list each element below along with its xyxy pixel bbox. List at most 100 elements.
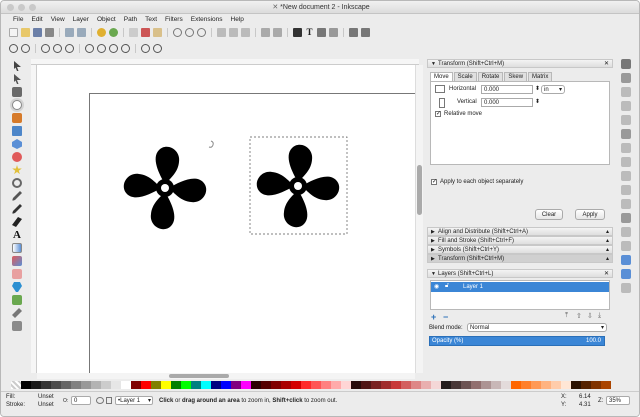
new-document-icon[interactable] xyxy=(9,27,18,37)
zoom-page-icon[interactable] xyxy=(197,27,206,37)
snap-cusp-icon[interactable] xyxy=(621,171,631,181)
menu-filters[interactable]: Filters xyxy=(161,14,187,25)
swatch[interactable] xyxy=(251,381,261,389)
transform-dock-header[interactable]: ▼ Transform (Shift+Ctrl+M) ✕ xyxy=(427,59,613,68)
lower-layer-icon[interactable]: ⇩ xyxy=(587,312,593,320)
opacity-slider[interactable]: Opacity (%) 100.0 xyxy=(429,336,605,346)
swatch[interactable] xyxy=(231,381,241,389)
swatch[interactable] xyxy=(591,381,601,389)
swatch[interactable] xyxy=(331,381,341,389)
expand-arrow-icon[interactable]: ▶ xyxy=(431,255,435,264)
unit-select[interactable]: in ▾ xyxy=(541,85,565,94)
apply-each-checkbox[interactable]: ✓ xyxy=(431,179,437,185)
fill-value[interactable]: Unset xyxy=(38,394,54,400)
minimize-window-button[interactable] xyxy=(18,4,25,11)
swatch[interactable] xyxy=(411,381,421,389)
swatch-none[interactable] xyxy=(11,381,21,389)
dropper-tool-icon[interactable] xyxy=(12,308,22,318)
close-window-button[interactable] xyxy=(7,4,14,11)
snap-page-border-icon[interactable] xyxy=(621,255,631,265)
swatch[interactable] xyxy=(351,381,361,389)
swatch[interactable] xyxy=(401,381,411,389)
stroke-value[interactable]: Unset xyxy=(38,402,54,408)
xml-editor-icon[interactable] xyxy=(317,27,326,37)
horizontal-scrollbar[interactable] xyxy=(37,373,415,379)
layer-lock-icon[interactable] xyxy=(106,397,112,404)
align-distribute-icon[interactable] xyxy=(329,27,338,37)
ellipse-tool-icon[interactable] xyxy=(12,152,22,162)
snap-midpoint-icon[interactable] xyxy=(621,199,631,209)
star-tool-icon[interactable] xyxy=(12,165,22,175)
tab-rotate[interactable]: Rotate xyxy=(477,72,504,81)
pinwheel-left[interactable] xyxy=(123,146,207,230)
zoom-fit-width-icon[interactable] xyxy=(121,43,130,53)
vertical-stepper-icon[interactable]: ⬍ xyxy=(535,98,540,105)
menu-edit[interactable]: Edit xyxy=(27,14,46,25)
swatch[interactable] xyxy=(451,381,461,389)
layer-visibility-icon[interactable] xyxy=(96,397,104,404)
swatch[interactable] xyxy=(371,381,381,389)
menu-file[interactable]: File xyxy=(9,14,27,25)
swatch[interactable] xyxy=(431,381,441,389)
paint-bucket-tool-icon[interactable] xyxy=(12,282,22,292)
tab-matrix[interactable]: Matrix xyxy=(528,72,553,81)
node-tool-icon[interactable] xyxy=(14,74,21,84)
horizontal-scroll-thumb[interactable] xyxy=(169,374,229,378)
swatch[interactable] xyxy=(31,381,41,389)
mesh-tool-icon[interactable] xyxy=(12,256,22,266)
lower-to-bottom-icon[interactable]: ⤓ xyxy=(598,312,601,320)
clone-icon[interactable] xyxy=(229,27,238,37)
raise-layer-icon[interactable]: ⇧ xyxy=(576,312,582,320)
swatch[interactable] xyxy=(51,381,61,389)
selector-tool-icon[interactable] xyxy=(14,61,21,71)
swatch[interactable] xyxy=(291,381,301,389)
swatch[interactable] xyxy=(131,381,141,389)
swatch[interactable] xyxy=(191,381,201,389)
raise-to-top-icon[interactable]: ⤒ xyxy=(565,312,568,320)
snap-rotation-center-icon[interactable] xyxy=(621,227,631,237)
menu-path[interactable]: Path xyxy=(120,14,141,25)
menu-object[interactable]: Object xyxy=(93,14,120,25)
ungroup-icon[interactable] xyxy=(273,27,282,37)
swatch[interactable] xyxy=(581,381,591,389)
status-opacity-field[interactable]: 0 xyxy=(71,396,91,405)
cut-icon[interactable] xyxy=(141,27,150,37)
export-icon[interactable] xyxy=(77,27,86,37)
horizontal-field[interactable]: 0.000 xyxy=(481,85,533,94)
swatch[interactable] xyxy=(421,381,431,389)
unlink-clone-icon[interactable] xyxy=(241,27,250,37)
copy-icon[interactable] xyxy=(129,27,138,37)
swatch[interactable] xyxy=(281,381,291,389)
swatch[interactable] xyxy=(111,381,121,389)
horizontal-stepper-icon[interactable]: ⬍ xyxy=(535,85,540,92)
zoom-selection-icon[interactable] xyxy=(173,27,182,37)
pinwheel-right[interactable] xyxy=(256,144,340,228)
zoom-2-1-icon[interactable] xyxy=(65,43,74,53)
zoom-drawing-icon[interactable] xyxy=(185,27,194,37)
swatch[interactable] xyxy=(571,381,581,389)
zoom-tool-icon[interactable] xyxy=(12,100,22,110)
paste-icon[interactable] xyxy=(153,27,162,37)
measure-tool-icon[interactable] xyxy=(12,113,22,123)
fill-stroke-dock[interactable]: ▶ Fill and Stroke (Shift+Ctrl+F) ▴ xyxy=(427,236,613,245)
pen-tool-icon[interactable] xyxy=(12,204,22,214)
apply-button[interactable]: Apply xyxy=(575,209,605,220)
collapse-arrow-icon[interactable]: ▼ xyxy=(431,270,436,279)
swatch[interactable] xyxy=(511,381,521,389)
snap-bbox-midpoint-icon[interactable] xyxy=(621,115,631,125)
swatch[interactable] xyxy=(91,381,101,389)
maximize-window-button[interactable] xyxy=(29,4,36,11)
swatch[interactable] xyxy=(181,381,191,389)
transform-dock-tab[interactable]: ▶ Transform (Shift+Ctrl+M) ▴ xyxy=(427,254,613,263)
swatch[interactable] xyxy=(21,381,31,389)
swatch[interactable] xyxy=(261,381,271,389)
zoom-1-2-icon[interactable] xyxy=(53,43,62,53)
document-properties-icon[interactable] xyxy=(349,27,358,37)
collapse-arrow-icon[interactable]: ▼ xyxy=(431,60,436,69)
duplicate-icon[interactable] xyxy=(217,27,226,37)
vertical-scrollbar[interactable] xyxy=(415,65,423,373)
zoom-fit-drawing-icon[interactable] xyxy=(97,43,106,53)
snap-bbox-icon[interactable] xyxy=(621,73,631,83)
3d-box-tool-icon[interactable] xyxy=(12,139,22,149)
zoom-fit-page-icon[interactable] xyxy=(109,43,118,53)
